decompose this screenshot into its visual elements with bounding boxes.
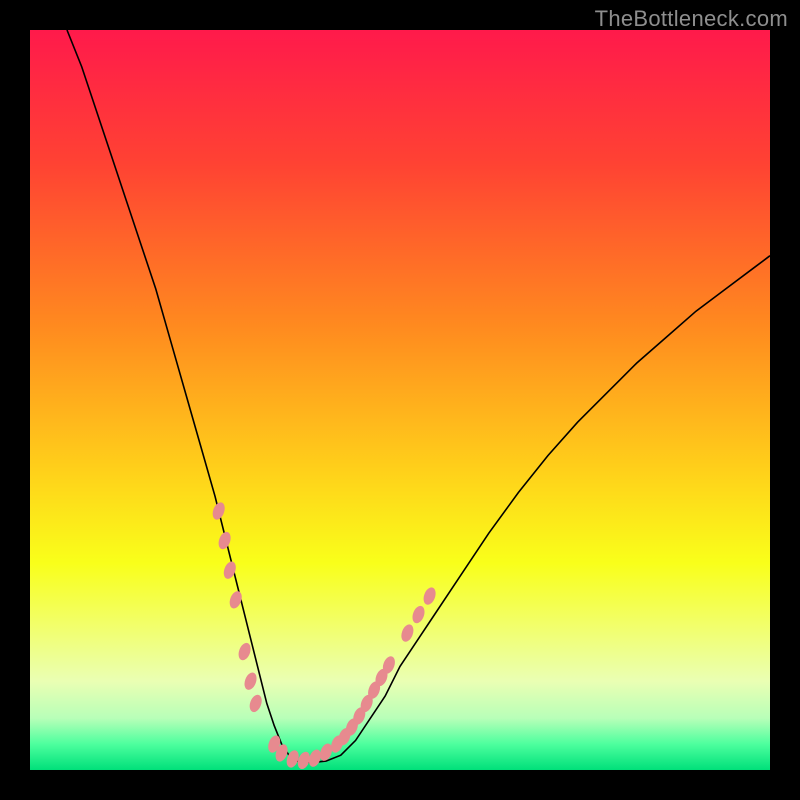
gradient-bg [30, 30, 770, 770]
chart-frame: TheBottleneck.com [0, 0, 800, 800]
chart-svg [30, 30, 770, 770]
plot-area [30, 30, 770, 770]
watermark: TheBottleneck.com [595, 6, 788, 32]
